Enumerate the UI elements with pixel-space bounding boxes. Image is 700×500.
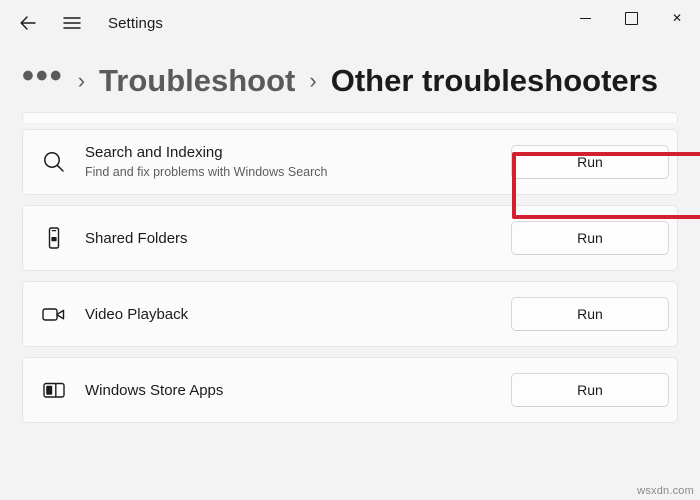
magnifier-icon [23,149,85,175]
maximize-button[interactable] [608,0,654,36]
run-button[interactable]: Run [511,373,669,407]
row-text: Video Playback [85,305,511,324]
table-row[interactable]: Video Playback Run [22,281,678,347]
maximize-icon [624,11,638,25]
row-subtitle: Find and fix problems with Windows Searc… [85,165,328,179]
table-row[interactable]: Windows Store Apps Run [22,357,678,423]
breadcrumb-separator-1: › [77,68,86,93]
row-text: Search and Indexing Find and fix problem… [85,143,511,181]
row-title: Windows Store Apps [85,381,224,399]
run-button[interactable]: Run [511,221,669,255]
table-row[interactable]: Search and Indexing Find and fix problem… [22,129,678,195]
row-title: Shared Folders [85,229,188,247]
minimize-icon [579,17,591,19]
row-title: Search and Indexing [85,144,223,161]
row-text: Windows Store Apps [85,381,511,400]
breadcrumb-separator-2: › [309,68,317,93]
watermark: wsxdn.com [637,485,694,497]
run-button[interactable]: Run [511,297,669,331]
breadcrumb-overflow[interactable]: ••• [22,59,64,101]
navigation-menu-button[interactable] [50,3,94,43]
minimize-button[interactable] [562,0,608,36]
phone-folder-icon [23,225,85,251]
window-title: Settings [108,14,163,32]
hamburger-menu-icon [63,17,81,29]
close-button[interactable]: ✕ [654,0,700,36]
title-bar: Settings ✕ [0,0,700,46]
back-arrow-icon [20,16,36,30]
table-row[interactable]: Shared Folders Run [22,205,678,271]
settings-window: Settings ✕ ••• › Troubleshoot › Other tr… [0,0,700,500]
video-camera-icon [23,301,85,327]
partial-card-above [22,112,678,123]
back-button[interactable] [6,3,50,43]
store-apps-icon [23,377,85,403]
breadcrumb-item-troubleshoot[interactable]: Troubleshoot [99,63,295,99]
row-title: Video Playback [85,305,189,323]
troubleshooter-list: Search and Indexing Find and fix problem… [0,112,700,423]
page-title: Other troubleshooters [330,63,658,98]
run-button[interactable]: Run [511,145,669,179]
breadcrumb: ••• › Troubleshoot › Other troubleshoote… [0,46,700,112]
window-controls: ✕ [562,0,700,46]
row-text: Shared Folders [85,229,511,248]
